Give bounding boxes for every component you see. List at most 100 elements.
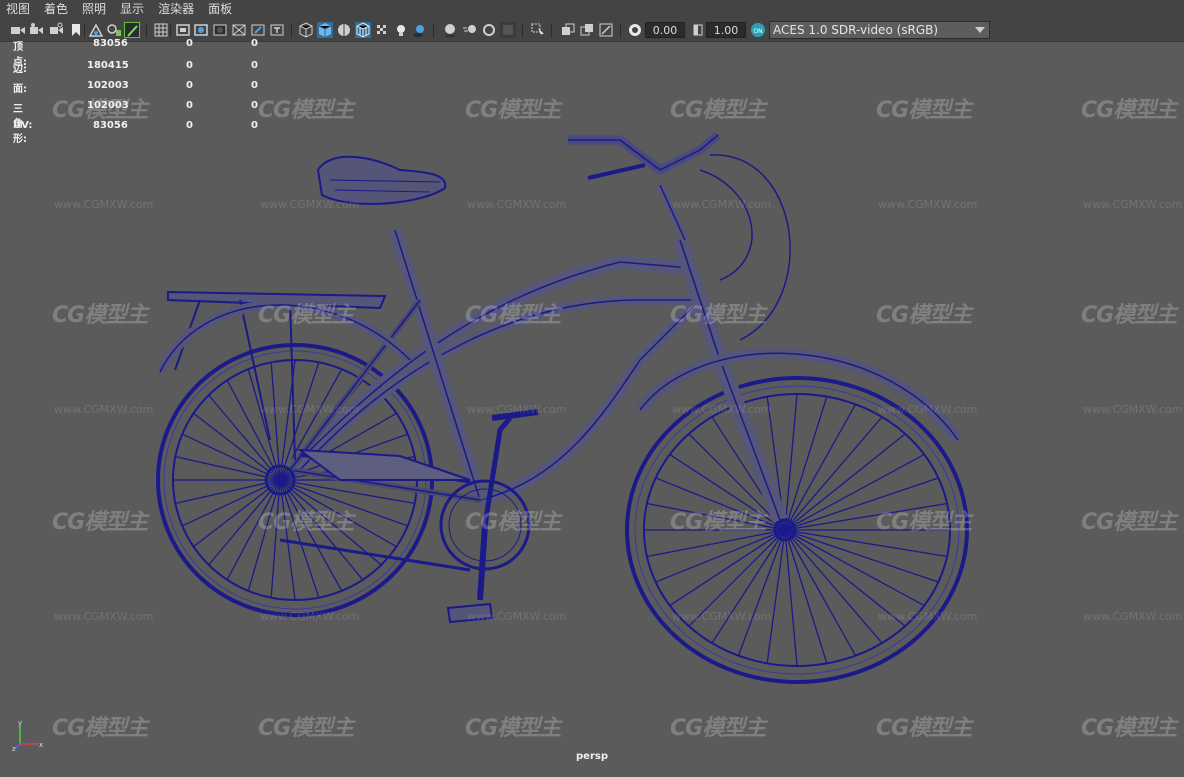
- watermark-url: www.CGMXW.com: [54, 403, 154, 416]
- watermark-url: www.CGMXW.com: [672, 610, 772, 623]
- hud-component: 0: [251, 100, 258, 111]
- watermark-url: www.CGMXW.com: [878, 403, 978, 416]
- watermark-logo: CG模型主: [258, 716, 354, 741]
- chevron-down-icon[interactable]: [975, 27, 985, 33]
- camera-attributes-icon[interactable]: [29, 22, 45, 38]
- grease-pencil-icon[interactable]: [124, 22, 140, 38]
- menu-shading[interactable]: 着色: [44, 0, 68, 19]
- viewport-toolbar: 0.00 1.00 ON ACES 1.0 SDR-video (sRGB): [0, 19, 1184, 42]
- watermark-url: www.CGMXW.com: [1083, 403, 1183, 416]
- watermark-logo: CG模型主: [52, 510, 148, 535]
- smooth-shade-icon[interactable]: [317, 22, 333, 38]
- watermark-logo: CG模型主: [1081, 510, 1177, 535]
- color-management-icon[interactable]: ON: [750, 22, 766, 38]
- wireframe-on-shaded-icon[interactable]: [336, 22, 352, 38]
- motion-blur-icon[interactable]: [462, 22, 478, 38]
- watermark-url: www.CGMXW.com: [467, 198, 567, 211]
- gate-mask-icon[interactable]: [212, 22, 228, 38]
- spoke: [226, 379, 281, 481]
- safe-action-icon[interactable]: [250, 22, 266, 38]
- exposure-icon[interactable]: [627, 22, 643, 38]
- wireframe-icon[interactable]: [298, 22, 314, 38]
- watermark-url: www.CGMXW.com: [260, 403, 360, 416]
- textured-icon[interactable]: [355, 22, 371, 38]
- image-plane-icon[interactable]: [88, 22, 104, 38]
- anti-aliasing-icon[interactable]: [481, 22, 497, 38]
- grid-icon[interactable]: [153, 22, 169, 38]
- gamma-field[interactable]: 1.00: [706, 22, 746, 38]
- hud-selected: 0: [186, 80, 193, 91]
- xray-active-icon[interactable]: [579, 22, 595, 38]
- watermark-logo: CG模型主: [258, 303, 354, 328]
- watermark-logo: CG模型主: [258, 510, 354, 535]
- hud-component: 0: [251, 80, 258, 91]
- brake-lever: [587, 163, 646, 180]
- menu-view[interactable]: 视图: [6, 0, 30, 19]
- watermark-logo: CG模型主: [876, 510, 972, 535]
- exposure-field[interactable]: 0.00: [645, 22, 685, 38]
- watermark-logo: CG模型主: [1081, 716, 1177, 741]
- isolate-select-icon[interactable]: [530, 22, 546, 38]
- spoke: [182, 433, 281, 481]
- watermark-logo: CG模型主: [670, 716, 766, 741]
- watermark-logo: CG模型主: [52, 303, 148, 328]
- bookmark-icon[interactable]: [68, 22, 84, 38]
- watermark-logo: CG模型主: [465, 716, 561, 741]
- camera-name-label: persp: [576, 751, 608, 762]
- watermark-logo: CG模型主: [465, 303, 561, 328]
- image-plane-toggle-icon[interactable]: [106, 22, 122, 38]
- watermark-url: www.CGMXW.com: [1083, 198, 1183, 211]
- menu-renderer[interactable]: 渲染器: [158, 0, 194, 19]
- menu-panels[interactable]: 面板: [208, 0, 232, 19]
- menu-show[interactable]: 显示: [120, 0, 144, 19]
- camera-icon[interactable]: [10, 22, 26, 38]
- y-axis-label: y: [18, 719, 22, 727]
- hud-label: UV:: [13, 120, 33, 131]
- use-all-lights-icon[interactable]: [393, 22, 409, 38]
- hud-label: 边:: [13, 64, 27, 75]
- hud-value: 83056: [93, 120, 128, 131]
- watermark-logo: CG模型主: [670, 510, 766, 535]
- watermark-url: www.CGMXW.com: [54, 610, 154, 623]
- menu-lighting[interactable]: 照明: [82, 0, 106, 19]
- screen-space-ao-icon[interactable]: [442, 22, 458, 38]
- hud-value: 180415: [87, 60, 129, 71]
- shadows-icon[interactable]: [412, 22, 428, 38]
- camera-lock-icon[interactable]: [49, 22, 65, 38]
- watermark-logo: CG模型主: [670, 303, 766, 328]
- hud-component: 0: [251, 38, 258, 49]
- right-crank: [477, 524, 488, 601]
- watermark-logo: CG模型主: [258, 98, 354, 123]
- watermark-url: www.CGMXW.com: [54, 198, 154, 211]
- watermark-logo: CG模型主: [465, 510, 561, 535]
- field-chart-icon[interactable]: [231, 22, 247, 38]
- xray-joints-icon[interactable]: [598, 22, 614, 38]
- svg-text:ON: ON: [753, 28, 762, 35]
- hud-value: 83056: [93, 38, 128, 49]
- hud-label: 面:: [13, 84, 27, 95]
- hud-component: 0: [251, 60, 258, 71]
- watermark-url: www.CGMXW.com: [467, 403, 567, 416]
- watermark-logo: CG模型主: [1081, 98, 1177, 123]
- hud-selected: 0: [186, 100, 193, 111]
- depth-of-field-icon[interactable]: [500, 22, 516, 38]
- watermark-url: www.CGMXW.com: [672, 198, 772, 211]
- perspective-viewport[interactable]: CG模型主 www.CGMXW.com CG模型主 www.CGMXW.com CG模型…: [0, 42, 1184, 777]
- xray-icon[interactable]: [560, 22, 576, 38]
- watermark-url: www.CGMXW.com: [467, 610, 567, 623]
- z-axis-line: [14, 743, 21, 750]
- watermark-logo: CG模型主: [52, 716, 148, 741]
- checker-icon[interactable]: [374, 22, 390, 38]
- watermark-url: www.CGMXW.com: [260, 610, 360, 623]
- film-gate-icon[interactable]: [175, 22, 191, 38]
- watermark-logo: CG模型主: [670, 98, 766, 123]
- watermark-logo: CG模型主: [876, 303, 972, 328]
- watermark-url: www.CGMXW.com: [878, 610, 978, 623]
- resolution-gate-icon[interactable]: [193, 22, 209, 38]
- hud-selected: 0: [186, 60, 193, 71]
- color-space-select[interactable]: ACES 1.0 SDR-video (sRGB): [769, 21, 990, 39]
- watermark-url: www.CGMXW.com: [878, 198, 978, 211]
- bicycle-wireframe: [155, 131, 969, 684]
- gamma-icon[interactable]: [690, 22, 706, 38]
- safe-title-icon[interactable]: [269, 22, 285, 38]
